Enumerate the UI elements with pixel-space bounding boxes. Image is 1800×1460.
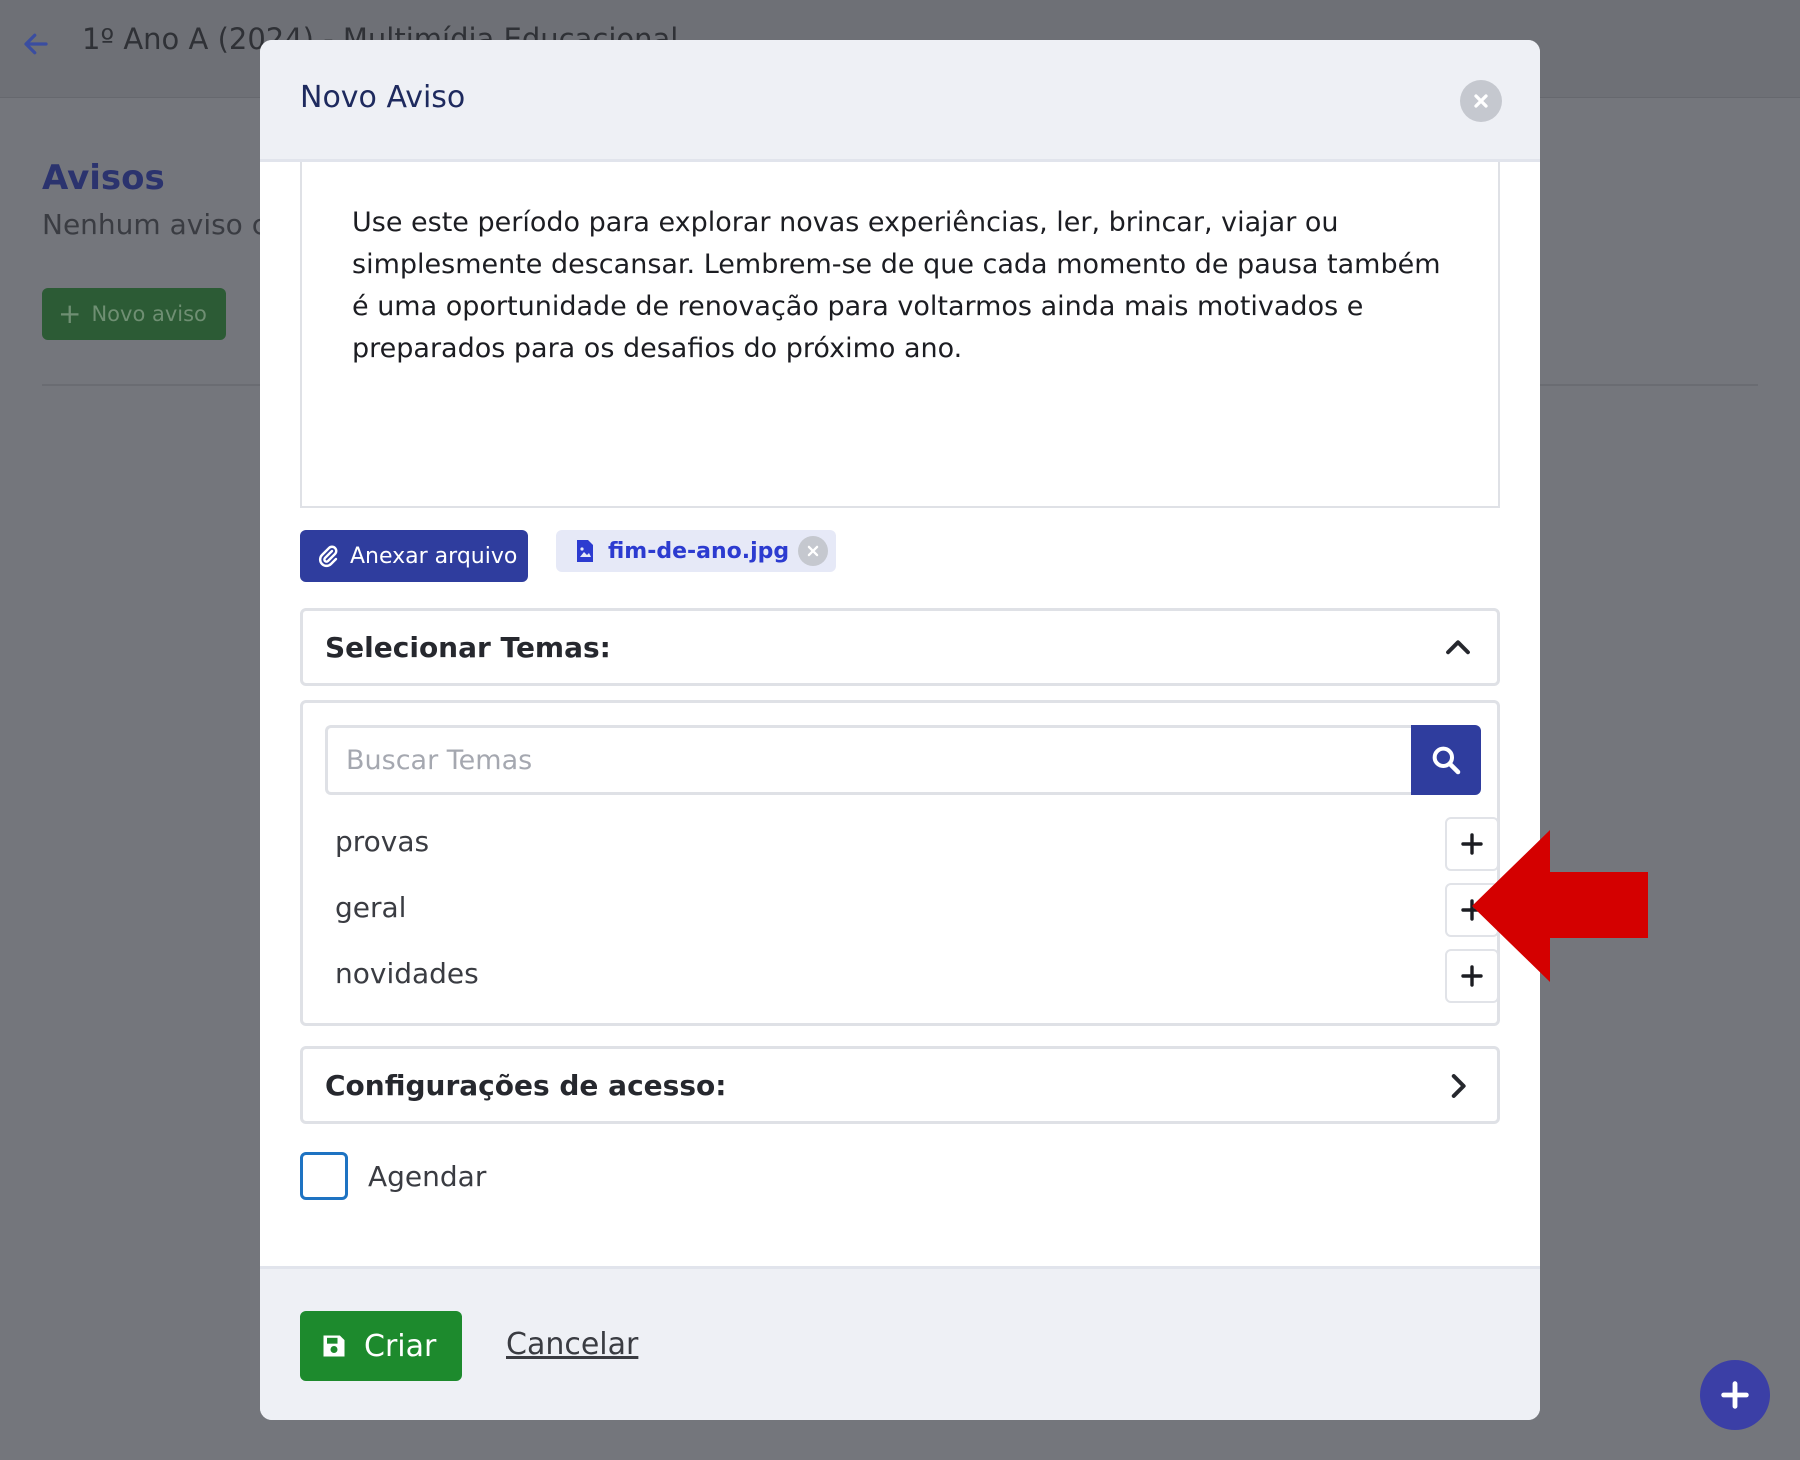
close-icon — [807, 545, 819, 557]
attached-file-name: fim-de-ano.jpg — [608, 538, 790, 564]
schedule-option[interactable]: Agendar — [300, 1152, 486, 1200]
arrow-left-icon — [24, 33, 48, 55]
message-text: Use este período para explorar novas exp… — [352, 207, 1441, 364]
search-icon — [1432, 746, 1461, 775]
attach-file-button[interactable]: Anexar arquivo — [300, 530, 528, 582]
search-topics-button[interactable] — [1411, 725, 1481, 795]
annotation-arrow — [1472, 830, 1648, 982]
access-section-label: Configurações de acesso: — [325, 1068, 727, 1102]
plus-icon — [1721, 1381, 1749, 1409]
topic-item-provas: provas — [335, 817, 1499, 873]
save-icon — [323, 1335, 345, 1357]
create-label: Criar — [364, 1328, 437, 1364]
plus-icon: + — [58, 297, 82, 330]
topics-section-header[interactable]: Selecionar Temas: — [300, 608, 1500, 686]
cancel-link[interactable]: Cancelar — [506, 1327, 638, 1362]
back-button[interactable] — [18, 26, 54, 62]
topic-item-novidades: novidades — [335, 949, 1499, 1005]
close-icon — [1474, 94, 1488, 108]
attached-file-chip: fim-de-ano.jpg — [556, 530, 836, 572]
paperclip-icon — [319, 545, 338, 567]
topic-label: geral — [335, 891, 407, 924]
image-file-icon — [577, 540, 593, 562]
modal-title: Novo Aviso — [300, 80, 466, 115]
search-topics-input[interactable] — [325, 725, 1411, 795]
chevron-up-icon — [1446, 640, 1470, 655]
modal-header: Novo Aviso — [260, 40, 1540, 162]
new-notice-button[interactable]: + Novo aviso — [42, 288, 226, 340]
topic-label: novidades — [335, 957, 479, 990]
topics-panel: provas geral novidades — [300, 700, 1500, 1026]
new-notice-label: Novo aviso — [91, 302, 207, 326]
topics-section-label: Selecionar Temas: — [325, 630, 611, 664]
chevron-right-icon — [1451, 1074, 1466, 1098]
remove-file-button[interactable] — [798, 536, 828, 566]
schedule-checkbox[interactable] — [300, 1152, 348, 1200]
floating-add-button[interactable] — [1700, 1360, 1770, 1430]
message-editor[interactable]: Use este período para explorar novas exp… — [300, 162, 1500, 508]
topic-label: provas — [335, 825, 430, 858]
attach-file-label: Anexar arquivo — [350, 543, 518, 569]
page-title: Avisos — [42, 158, 165, 198]
new-notice-modal: Novo Aviso Use este período para explora… — [260, 40, 1540, 1420]
create-button[interactable]: Criar — [300, 1311, 462, 1381]
schedule-label: Agendar — [368, 1159, 487, 1193]
close-button[interactable] — [1460, 80, 1502, 122]
access-section-header[interactable]: Configurações de acesso: — [300, 1046, 1500, 1124]
topic-item-geral: geral — [335, 883, 1499, 939]
modal-footer: Criar Cancelar — [260, 1266, 1540, 1420]
